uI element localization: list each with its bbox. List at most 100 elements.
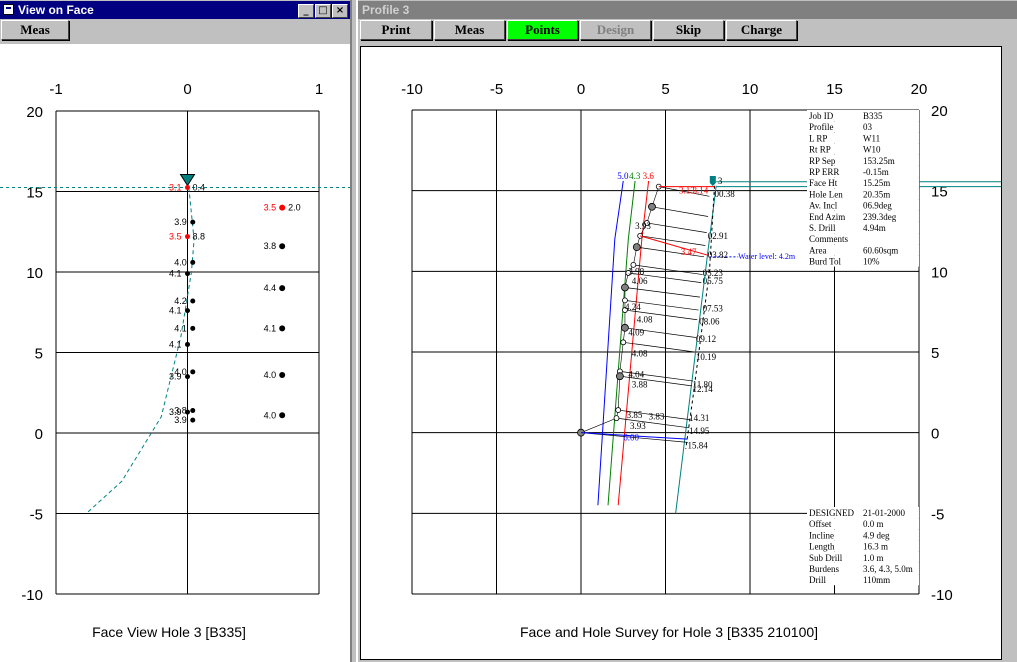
burden-label: 3.98 [628,266,644,276]
face-meas-button[interactable]: Meas [1,20,69,40]
info-key: Comments [809,234,848,244]
maximize-button[interactable]: □ [315,4,331,18]
design-line [597,180,624,506]
y-tick-label: 5 [35,346,43,363]
info-key: RP Sep [809,156,836,166]
profile-point [632,243,641,252]
face-view-titlebar[interactable]: View on Face _ □ × [0,1,350,19]
y-tick-label: -10 [21,587,43,604]
y-tick-label: -5 [30,507,43,524]
hole-depth-label: 02.91 [708,231,728,241]
close-button[interactable]: × [332,4,348,18]
hole-depth-label: 10.19 [696,352,717,362]
hole-point [185,271,190,277]
hole-marker-label: 3 [718,176,723,186]
x-tick-label: 5 [661,81,669,98]
hole-point-label: 3.9 [169,372,182,382]
burden-point-label: 3.5 [264,203,277,213]
x-tick-label: -5 [490,81,503,98]
info-value: W11 [863,133,880,143]
design-value: 3.6, 4.3, 5.0m [863,564,913,574]
points-button[interactable]: Points [507,20,578,40]
y-tick-label: 10 [26,265,43,282]
skip-button[interactable]: Skip [653,20,724,40]
info-value: 03 [863,122,873,132]
design-key: Incline [809,530,834,540]
hole-depth-label: 14.31 [689,413,709,423]
info-key: Rt RP [809,145,831,155]
info-key: Burd Tol [809,257,841,267]
info-value: B335 [863,111,883,121]
burden-label: 3.85 [627,410,643,420]
burden-label: 4.06 [632,276,648,286]
hole-point-value: 0.4 [193,182,206,192]
hole-point-label: 4.2 [174,296,187,306]
design-value: 1.0 m [863,553,884,563]
design-button[interactable]: Design [580,20,651,40]
x-tick-label: -10 [401,81,423,98]
design-key: Burdens [809,564,839,574]
profile-titlebar[interactable]: Profile 3 [358,1,1017,19]
x-tick-label: 15 [826,81,843,98]
design-line-label: 3.6 [643,171,655,181]
info-value: 60.60sqm [863,245,898,255]
hole-point [185,341,190,347]
info-key: Area [809,245,827,255]
info-value: 153.25m [863,156,895,166]
y-tick-label: 20 [26,104,43,121]
burden-point-label: 4.4 [264,283,277,293]
hole-point-label: 4.1 [169,339,182,349]
hole-point [190,369,196,375]
profile-side-panel [1002,46,1017,662]
y-tick-label: 20 [931,103,948,120]
hole-marker-icon [709,175,716,186]
design-value: 21-01-2000 [863,508,905,518]
hole-depth-label: 00.38 [715,189,736,199]
burden-label: 3.83 [649,412,665,422]
y-tick-label: 0 [931,426,939,443]
window-menu-icon[interactable] [3,4,14,15]
info-key: Job ID [809,111,834,121]
face-view-canvas[interactable]: -1 0 1 20 15 10 5 0 -5 -10 3.1 0.4 3.9 3.5 8.8 4.0 4.1 4.… [0,44,350,662]
meas-button[interactable]: Meas [434,20,505,40]
hole-point [185,308,190,314]
info-key: Profile [809,122,834,132]
burden-label: 3.88 [632,379,648,389]
profile-point [613,415,620,422]
hole-depth-label: 08.06 [699,316,720,326]
y-tick-label: 15 [26,185,43,202]
print-button[interactable]: Print [360,20,432,40]
design-key: DESIGNED [809,508,854,518]
minimize-button[interactable]: _ [298,4,314,18]
hole-depth-label: 03.82 [708,250,728,260]
burden-point-label: 4.1 [264,323,277,333]
hole-point [190,417,196,423]
hole-point-value: 8.8 [193,232,206,242]
charge-button[interactable]: Charge [726,20,797,40]
y-tick-label: 10 [931,264,948,281]
info-value: 20.35m [863,189,890,199]
hole-point [190,407,196,413]
x-tick-label: 20 [911,81,928,98]
hole-depth-label: 14.95 [689,426,710,436]
burden-connector [640,235,706,246]
hole-point [190,219,196,225]
hole-point-label: 3.5 [169,232,182,242]
y-tick-label: -5 [931,506,944,523]
profile-canvas[interactable]: -10 -5 0 5 10 15 20 20 15 10 5 0 -5 -10 Water level: 4… [360,46,1002,660]
design-value: 0.0 m [863,519,884,529]
red-burden-label: 3.14 [693,186,709,196]
design-key: Offset [809,519,832,529]
design-value: 4.9 deg [863,530,890,540]
hole-depth-label: 12.14 [693,384,714,394]
red-burden-label: 3.47 [681,247,697,257]
x-tick-label: 0 [183,81,191,98]
burden-label: 4.09 [628,328,644,338]
blue-burden-label: 6.00 [623,433,639,443]
profile-title: Profile 3 [362,3,410,17]
burden-label: 4.04 [628,370,644,380]
design-line-label: 5.0 [617,171,629,181]
hole-depth-label: 09.12 [696,334,716,344]
burden-label: 3.93 [635,221,651,231]
x-tick-label: 10 [742,81,759,98]
